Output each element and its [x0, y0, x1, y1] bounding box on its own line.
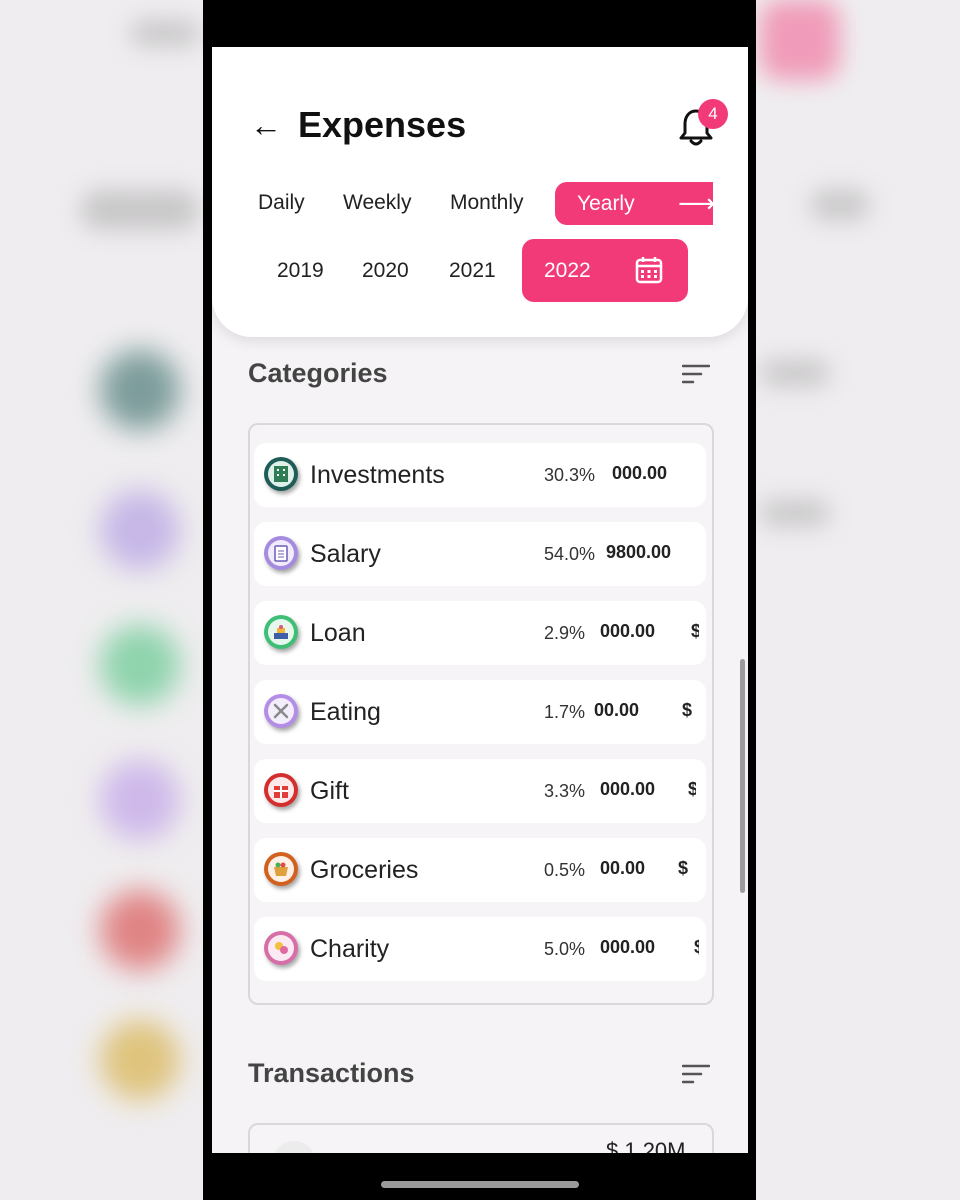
home-indicator[interactable] — [381, 1181, 579, 1188]
year-2020[interactable]: 2020 — [362, 257, 409, 285]
building-icon — [264, 457, 298, 491]
category-currency: $ — [688, 777, 696, 801]
category-amount: 000.00 — [600, 779, 656, 799]
calendar-icon[interactable] — [634, 255, 664, 285]
category-name: Gift — [310, 777, 349, 805]
transactions-list[interactable]: $ 1.20M — [248, 1123, 714, 1153]
arrow-right-icon: ⟶ — [678, 188, 716, 218]
tab-daily[interactable]: Daily — [258, 189, 305, 217]
category-percent: 1.7% — [544, 702, 586, 722]
category-row-groceries[interactable]: Groceries 0.5% 00.00 $ — [254, 838, 706, 902]
basket-icon — [264, 852, 298, 886]
notepad-icon — [264, 536, 298, 570]
charity-icon — [264, 931, 298, 965]
year-2022[interactable]: 2022 — [522, 239, 688, 302]
notification-badge: 4 — [698, 99, 728, 129]
year-2022-label: 2022 — [544, 259, 591, 282]
page-title: Expenses — [298, 104, 467, 145]
header-card: ← Expenses 4 Daily Weekly Monthly Yearly… — [212, 47, 748, 337]
tab-monthly[interactable]: Monthly — [450, 189, 524, 217]
category-name: Loan — [310, 619, 366, 647]
transaction-icon — [272, 1141, 316, 1153]
category-name: Salary — [310, 540, 381, 568]
category-name: Groceries — [310, 856, 419, 884]
category-amount: 00.00 — [594, 700, 640, 720]
category-currency: $ — [682, 700, 693, 720]
category-amount: 000.00 — [600, 937, 656, 957]
category-currency: $ — [694, 935, 699, 959]
category-percent: 54.0% — [544, 544, 596, 564]
year-2021[interactable]: 2021 — [449, 257, 496, 285]
app-screen: ← Expenses 4 Daily Weekly Monthly Yearly… — [212, 47, 748, 1153]
tab-yearly[interactable]: Yearly ⟶ — [555, 182, 716, 225]
category-row-loan[interactable]: Loan 2.9% 000.00 $ — [254, 601, 706, 665]
category-row-charity[interactable]: Charity 5.0% 000.00 $ — [254, 917, 706, 981]
category-currency: $ — [691, 619, 699, 643]
tab-weekly[interactable]: Weekly — [343, 189, 411, 217]
fork-knife-icon — [264, 694, 298, 728]
category-percent: 0.5% — [544, 860, 586, 880]
category-name: Investments — [310, 461, 445, 489]
category-amount: 00.00 — [600, 858, 646, 878]
category-percent: 3.3% — [544, 781, 586, 801]
category-row-salary[interactable]: Salary 54.0% 9800.00 — [254, 522, 706, 586]
category-percent: 2.9% — [544, 623, 586, 643]
phone-frame: ← Expenses 4 Daily Weekly Monthly Yearly… — [203, 0, 756, 1200]
transactions-title: Transactions — [248, 1058, 415, 1088]
bank-icon — [264, 615, 298, 649]
category-amount: 9800.00 — [606, 542, 672, 562]
categories-list[interactable]: Investments 30.3% 000.00 Salary 54.0% 98… — [248, 423, 714, 1005]
category-row-investments[interactable]: Investments 30.3% 000.00 — [254, 443, 706, 507]
category-name: Charity — [310, 935, 390, 963]
sort-icon[interactable] — [682, 363, 710, 385]
category-currency: $ — [678, 858, 689, 878]
category-percent: 30.3% — [544, 465, 596, 485]
category-percent: 5.0% — [544, 939, 586, 959]
categories-title: Categories — [248, 358, 388, 388]
category-amount: 000.00 — [612, 463, 668, 483]
back-button[interactable]: ← — [250, 105, 282, 145]
year-2019[interactable]: 2019 — [277, 257, 324, 285]
category-amount: 000.00 — [600, 621, 656, 641]
category-row-eating[interactable]: Eating 1.7% 00.00 $ — [254, 680, 706, 744]
category-row-gift[interactable]: Gift 3.3% 000.00 $ — [254, 759, 706, 823]
sort-icon[interactable] — [682, 1063, 710, 1085]
scrollbar[interactable] — [740, 659, 745, 893]
category-name: Eating — [310, 698, 381, 726]
transaction-amount: $ 1.20M — [606, 1138, 686, 1153]
gift-icon — [264, 773, 298, 807]
tab-yearly-label: Yearly — [577, 192, 635, 215]
